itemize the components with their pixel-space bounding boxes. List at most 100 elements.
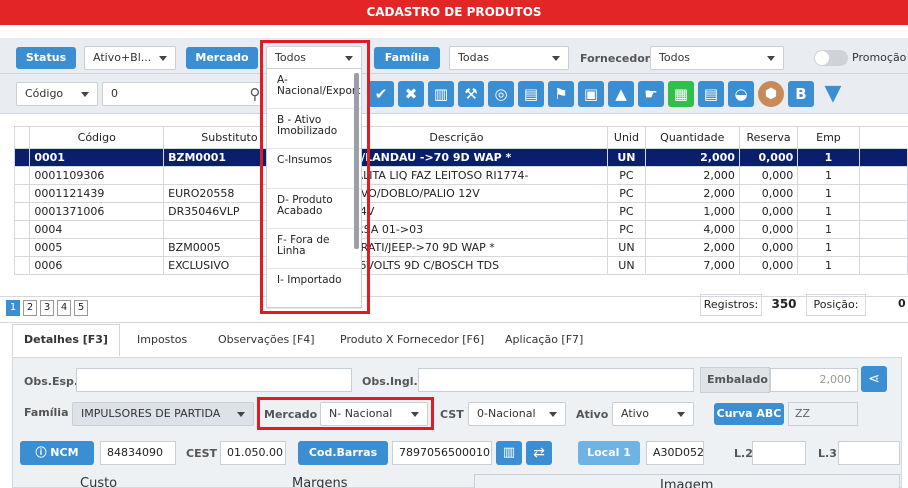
cell-codigo[interactable]: 0001 bbox=[29, 148, 165, 167]
cell-quantidade[interactable]: 2,000 bbox=[644, 148, 740, 167]
cell-extra[interactable] bbox=[858, 238, 908, 257]
cell-emp[interactable]: 1 bbox=[797, 166, 860, 185]
cell-quantidade[interactable]: 7,000 bbox=[644, 256, 740, 275]
cell-emp[interactable]: 1 bbox=[797, 184, 860, 203]
familia-select[interactable]: IMPULSORES DE PARTIDA bbox=[72, 402, 254, 426]
disc-icon[interactable]: ◒ bbox=[728, 81, 754, 107]
cell-unid[interactable]: UN bbox=[607, 148, 646, 167]
swap-icon[interactable]: ⇄ bbox=[526, 441, 552, 465]
cell-quantidade[interactable]: 2,000 bbox=[644, 184, 740, 203]
page-link-4[interactable]: 4 bbox=[57, 300, 71, 316]
fornecedor-select[interactable]: Todos bbox=[650, 46, 784, 70]
ativo-select[interactable]: Ativo bbox=[612, 402, 694, 426]
dial-icon[interactable]: ◎ bbox=[488, 81, 514, 107]
cell-extra[interactable] bbox=[858, 256, 908, 275]
cell-emp[interactable]: 1 bbox=[797, 220, 860, 239]
l3-input[interactable] bbox=[838, 441, 900, 465]
cod-barras-input[interactable]: 7897056500010 bbox=[392, 441, 492, 465]
row-indicator[interactable] bbox=[13, 166, 31, 185]
barcode-icon[interactable]: ▥ bbox=[496, 441, 522, 465]
cell-quantidade[interactable]: 2,000 bbox=[644, 166, 740, 185]
col-quantidade-header[interactable]: Quantidade bbox=[644, 126, 740, 149]
cell-unid[interactable]: UN bbox=[607, 238, 646, 257]
status-button[interactable]: Status bbox=[16, 47, 76, 69]
hand-icon[interactable]: ☛ bbox=[638, 81, 664, 107]
familia-filter-select[interactable]: Todas bbox=[449, 46, 569, 70]
table-row[interactable]: 0001371006DR35046VLPDA P/JE 24VPC1,0000,… bbox=[13, 202, 908, 221]
col-unid-header[interactable]: Unid bbox=[607, 126, 646, 149]
cell-reserva[interactable]: 0,000 bbox=[738, 184, 799, 203]
page-link-5[interactable]: 5 bbox=[74, 300, 88, 316]
cell-reserva[interactable]: 0,000 bbox=[738, 148, 799, 167]
local1-button[interactable]: Local 1 bbox=[578, 441, 640, 465]
wrench-icon[interactable]: ⚒ bbox=[458, 81, 484, 107]
col-emp-header[interactable]: Emp bbox=[797, 126, 860, 149]
cell-unid[interactable]: PC bbox=[607, 166, 646, 185]
spreadsheet-icon[interactable]: ▦ bbox=[668, 81, 694, 107]
cell-reserva[interactable]: 0,000 bbox=[738, 202, 799, 221]
obs-ingl-input[interactable] bbox=[418, 368, 694, 392]
cell-unid[interactable]: PC bbox=[607, 220, 646, 239]
row-indicator[interactable] bbox=[13, 256, 31, 275]
cod-barras-button[interactable]: Cod.Barras bbox=[298, 441, 388, 465]
filter-icon[interactable]: ▼ bbox=[820, 81, 846, 107]
cest-input[interactable]: 01.050.00 bbox=[220, 441, 286, 465]
cell-emp[interactable]: 1 bbox=[797, 256, 860, 275]
curva-abc-input[interactable]: ZZ bbox=[788, 402, 858, 426]
cst-select[interactable]: 0-Nacional bbox=[468, 402, 566, 426]
cell-emp[interactable]: 1 bbox=[797, 148, 860, 167]
cell-quantidade[interactable]: 1,000 bbox=[644, 202, 740, 221]
status-select[interactable]: Ativo+Bl... bbox=[84, 46, 176, 70]
cell-unid[interactable]: PC bbox=[607, 202, 646, 221]
cell-quantidade[interactable]: 2,000 bbox=[644, 238, 740, 257]
tab-observacoes[interactable]: Observações [F4] bbox=[218, 333, 315, 346]
search-input[interactable]: 0 bbox=[102, 82, 262, 106]
familia-button[interactable]: Família bbox=[374, 47, 440, 69]
table-row[interactable]: 0001 BZM0001 600/GAL/LANDAU ->70 9D WAP * U… bbox=[13, 148, 908, 167]
cell-extra[interactable] bbox=[858, 166, 908, 185]
ncm-button[interactable]: ⓘ NCM bbox=[20, 441, 94, 465]
l2-input[interactable] bbox=[752, 441, 806, 465]
search-field-select[interactable]: Código bbox=[16, 82, 98, 106]
table-row[interactable]: 0001109306 ADOR WALITA LIQ FAZ LEITOSO RI… bbox=[13, 166, 908, 185]
table-row[interactable]: 0004 OR P/CORSA 01->03 PC 4,000 0,000 1 bbox=[13, 220, 908, 239]
cell-unid[interactable]: UN bbox=[607, 256, 646, 275]
table-row[interactable]: 0005 BZM0005 YS/ITAMARATI/JEEP->70 9D WAP … bbox=[13, 238, 908, 257]
bold-b-icon[interactable]: B bbox=[788, 81, 814, 107]
cell-reserva[interactable]: 0,000 bbox=[738, 220, 799, 239]
cell-emp[interactable]: 1 bbox=[797, 238, 860, 257]
confirm-icon[interactable]: ✔ bbox=[368, 81, 394, 107]
cell-extra[interactable] bbox=[858, 184, 908, 203]
ncm-input[interactable]: 84834090 bbox=[100, 441, 176, 465]
row-indicator[interactable] bbox=[13, 184, 31, 203]
cell-codigo[interactable]: 0001109306 bbox=[29, 166, 165, 185]
row-indicator[interactable] bbox=[13, 220, 31, 239]
orange-package-icon[interactable]: ⬢ bbox=[758, 81, 784, 107]
row-indicator[interactable] bbox=[13, 202, 31, 221]
mercado-button[interactable]: Mercado bbox=[186, 47, 258, 69]
row-indicator[interactable] bbox=[13, 238, 31, 257]
cell-codigo[interactable]: 0006 bbox=[29, 256, 165, 275]
cell-reserva[interactable]: 0,000 bbox=[738, 256, 799, 275]
card-icon[interactable]: ▣ bbox=[578, 81, 604, 107]
page-link-2[interactable]: 2 bbox=[23, 300, 37, 316]
cell-emp[interactable]: 1 bbox=[797, 202, 860, 221]
document-icon[interactable]: ▤ bbox=[518, 81, 544, 107]
tab-produto-fornecedor[interactable]: Produto X Fornecedor [F6] bbox=[340, 333, 484, 346]
share-icon[interactable]: ⋖ bbox=[861, 366, 887, 392]
cell-unid[interactable]: PC bbox=[607, 184, 646, 203]
tab-impostos[interactable]: Impostos bbox=[137, 333, 187, 346]
chart-icon[interactable]: ▥ bbox=[428, 81, 454, 107]
page-link-3[interactable]: 3 bbox=[40, 300, 54, 316]
cell-extra[interactable] bbox=[858, 202, 908, 221]
curva-abc-button[interactable]: Curva ABC bbox=[714, 403, 784, 425]
table-row[interactable]: 0001121439 EURO20558 DA P/BRAVO/DOBLO/PALI… bbox=[13, 184, 908, 203]
promocao-toggle[interactable] bbox=[814, 50, 848, 66]
cell-codigo[interactable]: 0004 bbox=[29, 220, 165, 239]
cell-reserva[interactable]: 0,000 bbox=[738, 166, 799, 185]
tab-detalhes[interactable]: Detalhes [F3] bbox=[24, 333, 108, 346]
cell-codigo[interactable]: 0005 bbox=[29, 238, 165, 257]
embalado-input[interactable]: 2,000 bbox=[770, 368, 858, 392]
table-row[interactable]: 0006 EXCLUSIVO PASSEIO 6VOLTS 9D C/BOSCH T… bbox=[13, 256, 908, 275]
tab-aplicacao[interactable]: Aplicação [F7] bbox=[505, 333, 583, 346]
